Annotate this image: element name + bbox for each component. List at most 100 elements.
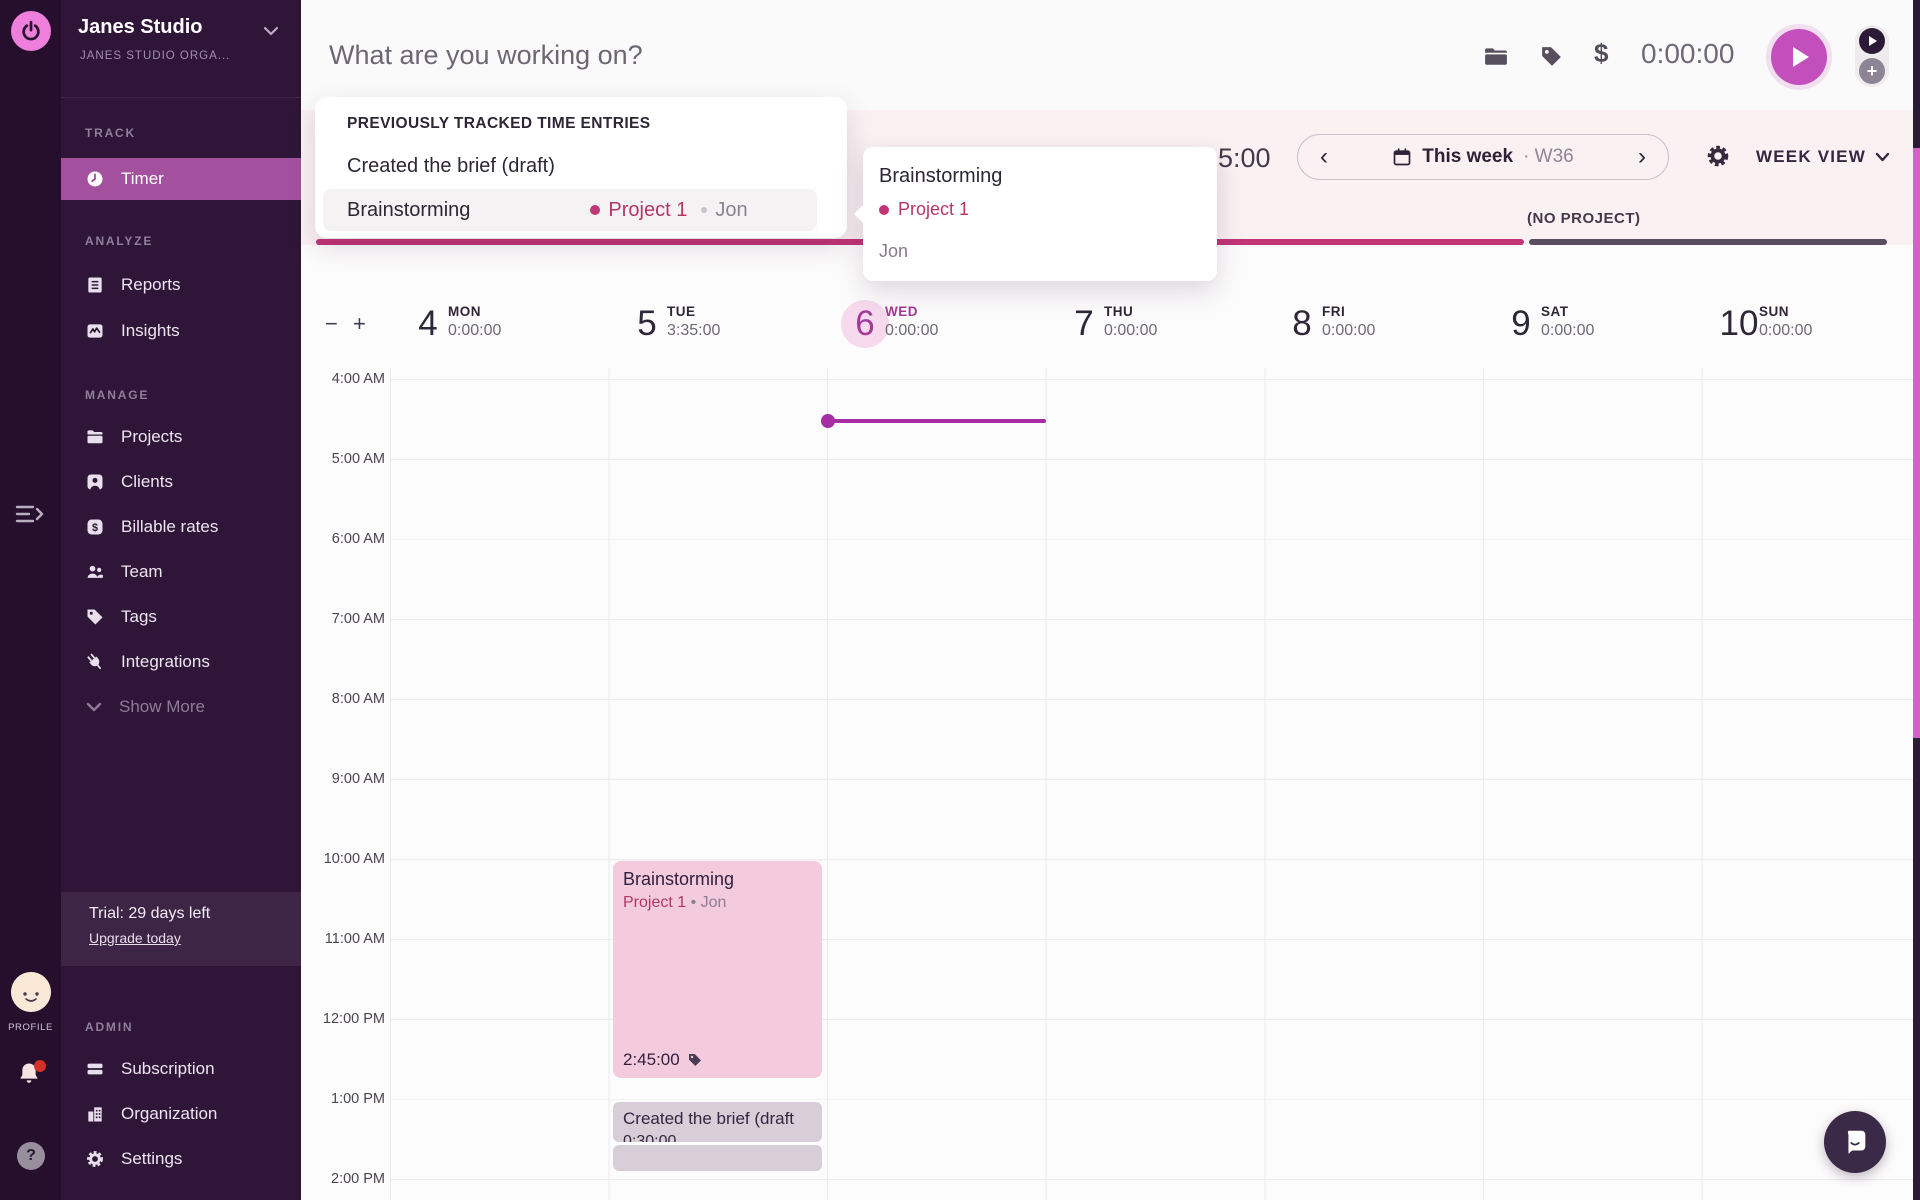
clock-icon — [85, 169, 105, 189]
task-description-input[interactable] — [327, 24, 1231, 86]
collapse-sidebar-icon — [13, 499, 47, 529]
week-label[interactable]: This week — [1422, 146, 1513, 168]
credit-card-icon — [85, 1059, 105, 1079]
zoom-out-button[interactable]: − — [325, 311, 338, 337]
time-entry-created-brief[interactable]: Created the brief (draft 0:30:00 — [613, 1102, 822, 1142]
app-logo[interactable] — [11, 11, 51, 51]
sidebar-item-projects[interactable]: Projects — [61, 416, 301, 458]
notification-badge — [34, 1060, 46, 1072]
sidebar-item-organization[interactable]: Organization — [61, 1093, 301, 1135]
tag-icon — [85, 607, 105, 627]
workspace-name[interactable]: Janes Studio — [78, 16, 202, 39]
app-window: PROFILE ? Janes Studio JANES STUDIO ORGA… — [0, 0, 1920, 1200]
day-number: 7 — [1060, 300, 1108, 348]
section-manage: MANAGE — [85, 388, 149, 402]
team-icon — [85, 562, 105, 582]
sidebar-item-reports[interactable]: Reports — [61, 264, 301, 306]
sidebar-item-insights[interactable]: Insights — [61, 310, 301, 352]
support-chat-button[interactable] — [1824, 1111, 1886, 1173]
day-total: 0:00:00 — [885, 322, 938, 340]
sidebar-item-timer[interactable]: Timer — [61, 158, 301, 200]
day-header-mon[interactable]: 4 MON0:00:00 — [390, 300, 608, 364]
sidebar-item-label: Timer — [121, 169, 164, 189]
day-label: SAT — [1541, 304, 1594, 319]
play-icon — [1771, 29, 1827, 85]
sidebar-item-integrations[interactable]: Integrations — [61, 641, 301, 683]
section-analyze: ANALYZE — [85, 234, 153, 248]
view-switcher[interactable]: WEEK VIEW — [1756, 147, 1890, 167]
sidebar-item-clients[interactable]: Clients — [61, 461, 301, 503]
day-header-sun[interactable]: 10 SUN0:00:00 — [1701, 300, 1919, 364]
hour-label: 1:00 PM — [295, 1091, 385, 1107]
sidebar-item-label: Reports — [121, 275, 181, 295]
calendar-settings-button[interactable] — [1705, 143, 1731, 169]
day-header-sat[interactable]: 9 SAT0:00:00 — [1483, 300, 1701, 364]
avatar-face-icon — [11, 972, 51, 1012]
avatar[interactable] — [11, 972, 51, 1012]
building-icon — [85, 1104, 105, 1124]
svg-text:$: $ — [92, 522, 98, 534]
time-entry-small[interactable] — [613, 1145, 822, 1171]
sidebar-divider — [61, 97, 301, 98]
dropdown-header: PREVIOUSLY TRACKED TIME ENTRIES — [347, 115, 651, 133]
trial-banner: Trial: 29 days left Upgrade today — [61, 892, 301, 966]
sidebar-item-team[interactable]: Team — [61, 551, 301, 593]
day-total: 3:35:00 — [667, 322, 720, 340]
manual-mode-button[interactable]: + — [1859, 58, 1885, 84]
dropdown-item-project: Project 1 — [608, 199, 687, 222]
sidebar-item-subscription[interactable]: Subscription — [61, 1048, 301, 1090]
sidebar-item-billable-rates[interactable]: $ Billable rates — [61, 506, 301, 548]
day-number: 8 — [1278, 300, 1326, 348]
event-title: Brainstorming — [623, 869, 812, 890]
chat-bubble-icon — [1840, 1127, 1870, 1157]
chevron-down-icon — [85, 701, 103, 713]
help-glyph: ? — [26, 1147, 36, 1165]
hour-label: 2:00 PM — [295, 1171, 385, 1187]
day-label: TUE — [667, 304, 720, 319]
previous-week-button[interactable]: ‹ — [1320, 145, 1328, 169]
start-timer-button[interactable] — [1766, 24, 1832, 90]
folder-icon — [1482, 44, 1510, 68]
timer-mode-button[interactable] — [1859, 28, 1885, 54]
upgrade-link[interactable]: Upgrade today — [89, 930, 181, 946]
play-icon — [1869, 36, 1877, 46]
day-header-tue[interactable]: 5 TUE3:35:00 — [609, 300, 827, 364]
project-dot — [879, 205, 889, 215]
time-entry-brainstorming[interactable]: Brainstorming Project 1 • Jon 2:45:00 — [613, 861, 822, 1078]
help-button[interactable]: ? — [17, 1142, 45, 1170]
hour-label: 7:00 AM — [295, 611, 385, 627]
tooltip-project: Project 1 — [898, 199, 969, 220]
view-label: WEEK VIEW — [1756, 147, 1866, 167]
sidebar-item-label: Organization — [121, 1104, 217, 1124]
workspace-chevron-down-icon[interactable] — [263, 26, 279, 36]
scrollbar-segment-pink[interactable] — [1913, 148, 1920, 738]
scrollbar-segment-bottom — [1913, 738, 1920, 1200]
day-header-thu[interactable]: 7 THU0:00:00 — [1046, 300, 1264, 364]
hour-label: 10:00 AM — [295, 851, 385, 867]
sidebar-item-tags[interactable]: Tags — [61, 596, 301, 638]
dropdown-item-created-brief[interactable]: Created the brief (draft) — [347, 149, 817, 183]
sidebar-item-settings[interactable]: Settings — [61, 1138, 301, 1180]
day-header-wed-today[interactable]: 6 WED0:00:00 — [827, 300, 1045, 364]
day-header-fri[interactable]: 8 FRI0:00:00 — [1264, 300, 1482, 364]
gear-icon — [1705, 143, 1731, 169]
next-week-button[interactable]: › — [1638, 145, 1646, 169]
event-duration: 0:30:00 — [623, 1133, 812, 1142]
notifications-button[interactable] — [15, 1060, 47, 1092]
sidebar-item-show-more[interactable]: Show More — [61, 686, 301, 728]
week-total-time: 5:00 — [1218, 143, 1271, 174]
hour-label: 5:00 AM — [295, 451, 385, 467]
sidebar-collapse-button[interactable] — [13, 499, 47, 529]
tags-button[interactable] — [1539, 44, 1564, 69]
dropdown-item-brainstorming[interactable]: Brainstorming Project 1 Jon — [323, 189, 817, 231]
dropdown-item-title: Brainstorming — [347, 199, 470, 222]
day-total: 0:00:00 — [1322, 322, 1375, 340]
sidebar-item-label: Integrations — [121, 652, 210, 672]
event-title: Created the brief (draft — [623, 1109, 812, 1129]
zoom-in-button[interactable]: + — [353, 311, 366, 337]
billable-button[interactable]: $ — [1594, 38, 1608, 69]
week-number: · W36 — [1523, 146, 1574, 168]
entry-tooltip: Brainstorming Project 1 Jon — [863, 147, 1217, 281]
project-dot — [590, 205, 600, 215]
project-folder-button[interactable] — [1482, 44, 1510, 68]
